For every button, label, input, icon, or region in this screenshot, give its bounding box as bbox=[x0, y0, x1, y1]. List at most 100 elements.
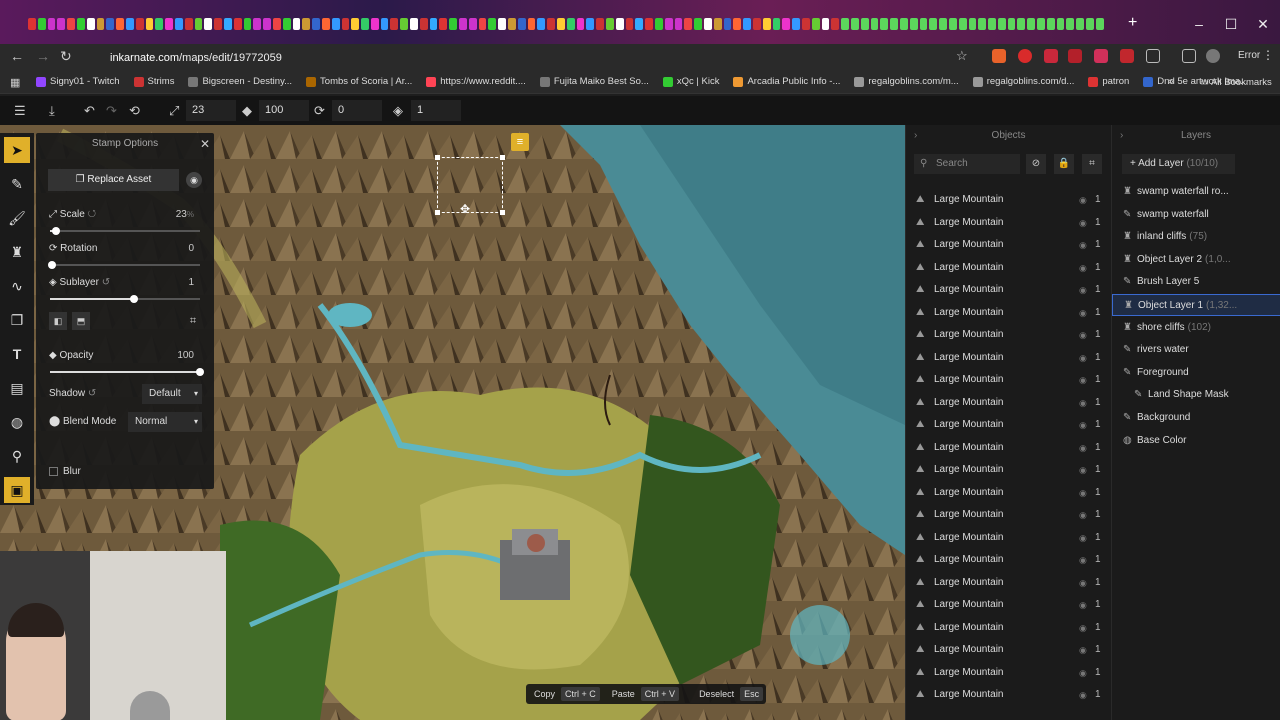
tab-favicon[interactable] bbox=[243, 18, 252, 30]
bookmark-item[interactable]: xQc | Kick bbox=[662, 76, 719, 87]
tab-favicon[interactable] bbox=[96, 18, 105, 30]
tab-favicon[interactable] bbox=[978, 18, 987, 30]
reload-icon[interactable]: ↻ bbox=[60, 48, 72, 65]
bookmarks-overflow-icon[interactable]: » bbox=[1168, 76, 1174, 87]
tab-favicon[interactable] bbox=[625, 18, 634, 30]
tab-favicon[interactable] bbox=[223, 18, 232, 30]
tab-favicon[interactable] bbox=[312, 18, 320, 30]
tab-favicon[interactable] bbox=[145, 18, 154, 30]
bookmark-item[interactable]: regalgoblins.com/m... bbox=[854, 76, 959, 87]
tab-favicon[interactable] bbox=[321, 18, 330, 30]
tab-favicon[interactable] bbox=[537, 18, 546, 30]
tab-favicon[interactable] bbox=[694, 18, 702, 30]
visibility-icon[interactable]: ◉ bbox=[1079, 324, 1087, 346]
layer-item[interactable]: ✎ Land Shape Mask bbox=[1112, 384, 1280, 406]
tab-favicon[interactable] bbox=[782, 18, 791, 30]
tab-favicon[interactable] bbox=[194, 18, 203, 30]
tab-favicon[interactable] bbox=[596, 18, 605, 30]
tab-favicon[interactable] bbox=[214, 18, 222, 30]
tab-favicon[interactable] bbox=[988, 18, 996, 30]
rotation-slider[interactable] bbox=[48, 261, 200, 269]
object-list-item[interactable]: ⛰ Large Mountain ◉ 1 bbox=[906, 684, 1112, 706]
tab-favicon[interactable] bbox=[615, 18, 624, 30]
stamp-tool-icon[interactable]: ✎ bbox=[4, 171, 30, 197]
tab-favicon[interactable] bbox=[566, 18, 575, 30]
tab-favicon[interactable] bbox=[939, 18, 947, 30]
save-icon[interactable]: ▣ bbox=[4, 477, 30, 503]
tab-favicon[interactable] bbox=[743, 18, 751, 30]
object-list-item[interactable]: ⛰ Large Mountain ◉ 1 bbox=[906, 279, 1112, 301]
resize-handle[interactable] bbox=[435, 210, 440, 215]
tab-favicon[interactable] bbox=[86, 18, 95, 30]
bookmark-item[interactable]: Strims bbox=[133, 76, 174, 87]
visibility-icon[interactable]: ◉ bbox=[1079, 347, 1087, 369]
tab-favicon[interactable] bbox=[801, 18, 810, 30]
object-list-item[interactable]: ⛰ Large Mountain ◉ 1 bbox=[906, 504, 1112, 526]
object-list-item[interactable]: ⛰ Large Mountain ◉ 1 bbox=[906, 437, 1112, 459]
layer-item[interactable]: ♜ swamp waterfall ro... bbox=[1112, 181, 1280, 203]
minimize-button[interactable]: – bbox=[1184, 16, 1214, 32]
scale-value[interactable]: 23% bbox=[176, 209, 194, 220]
visibility-icon[interactable]: ◉ bbox=[1079, 234, 1087, 256]
object-list-item[interactable]: ⛰ Large Mountain ◉ 1 bbox=[906, 549, 1112, 571]
tab-favicon[interactable] bbox=[282, 18, 291, 30]
apps-grid-icon[interactable]: ▦ bbox=[10, 76, 20, 89]
bookmark-item[interactable]: patron bbox=[1088, 76, 1129, 87]
tab-favicon[interactable] bbox=[1076, 18, 1085, 30]
tab-favicon[interactable] bbox=[1056, 18, 1065, 30]
reset-icon[interactable]: ↺ bbox=[102, 277, 110, 288]
object-list-item[interactable]: ⛰ Large Mountain ◉ 1 bbox=[906, 324, 1112, 346]
tab-favicon[interactable] bbox=[76, 18, 85, 30]
reset-icon[interactable]: ↺ bbox=[88, 388, 96, 399]
tab-favicon[interactable] bbox=[184, 18, 193, 30]
resize-handle[interactable] bbox=[500, 210, 505, 215]
tab-favicon[interactable] bbox=[400, 18, 409, 30]
layers-tool-icon[interactable]: ❐ bbox=[4, 307, 30, 333]
tab-favicon[interactable] bbox=[919, 18, 928, 30]
object-list-item[interactable]: ⛰ Large Mountain ◉ 1 bbox=[906, 392, 1112, 414]
tab-favicon[interactable] bbox=[331, 18, 340, 30]
tab-favicon[interactable] bbox=[733, 18, 742, 30]
layer-item[interactable]: ♜ inland cliffs (75) bbox=[1112, 226, 1280, 248]
tab-favicon[interactable] bbox=[106, 18, 115, 30]
layer-item[interactable]: ✎ swamp waterfall bbox=[1112, 204, 1280, 226]
tab-favicon[interactable] bbox=[890, 18, 898, 30]
tab-favicon[interactable] bbox=[948, 18, 957, 30]
tab-favicon[interactable] bbox=[586, 18, 595, 30]
object-list-item[interactable]: ⛰ Large Mountain ◉ 1 bbox=[906, 482, 1112, 504]
tab-favicon[interactable] bbox=[1066, 18, 1075, 30]
object-list-item[interactable]: ⛰ Large Mountain ◉ 1 bbox=[906, 527, 1112, 549]
replace-asset-button[interactable]: ❐ Replace Asset bbox=[48, 169, 179, 191]
sublayer-value[interactable]: 1 bbox=[188, 277, 194, 288]
bookmark-item[interactable]: Signy01 - Twitch bbox=[36, 76, 120, 87]
layer-item[interactable]: ◍ Base Color bbox=[1112, 430, 1280, 452]
tab-favicon[interactable] bbox=[478, 18, 487, 30]
layer-item[interactable]: ✎ Foreground bbox=[1112, 362, 1280, 384]
crop-icon[interactable]: ⌗ bbox=[184, 312, 202, 330]
asset-palette-icon[interactable]: ◉ bbox=[186, 172, 202, 188]
extension-icon[interactable] bbox=[1044, 49, 1058, 63]
reading-list-icon[interactable] bbox=[1182, 49, 1196, 63]
tab-favicon[interactable] bbox=[547, 18, 556, 30]
tab-favicon[interactable] bbox=[606, 18, 614, 30]
reset-icon[interactable]: ↺ bbox=[88, 209, 96, 220]
tab-favicon[interactable] bbox=[165, 18, 173, 30]
visibility-icon[interactable]: ◉ bbox=[1079, 594, 1087, 616]
history-icon[interactable]: ⟲ bbox=[129, 103, 140, 119]
visibility-icon[interactable]: ◉ bbox=[1079, 639, 1087, 661]
add-layer-button[interactable]: + Add Layer (10/10) bbox=[1122, 154, 1235, 174]
bookmark-item[interactable]: regalgoblins.com/d... bbox=[972, 76, 1074, 87]
object-list-item[interactable]: ⛰ Large Mountain ◉ 1 bbox=[906, 369, 1112, 391]
visibility-icon[interactable]: ◉ bbox=[1079, 279, 1087, 301]
tab-favicon[interactable] bbox=[821, 18, 830, 30]
tab-favicon[interactable] bbox=[880, 18, 889, 30]
shadow-dropdown[interactable]: Default ▾ bbox=[142, 384, 202, 404]
globe-tool-icon[interactable]: ◍ bbox=[4, 409, 30, 435]
extension-icon[interactable] bbox=[1120, 49, 1134, 63]
tab-favicon[interactable] bbox=[380, 18, 389, 30]
object-list-item[interactable]: ⛰ Large Mountain ◉ 1 bbox=[906, 459, 1112, 481]
layer-item[interactable]: ♜ Object Layer 2 (1,0... bbox=[1112, 249, 1280, 271]
object-tool-icon[interactable]: ♜ bbox=[4, 239, 30, 265]
redo-icon[interactable]: ↷ bbox=[106, 103, 117, 119]
tab-favicon[interactable] bbox=[909, 18, 918, 30]
